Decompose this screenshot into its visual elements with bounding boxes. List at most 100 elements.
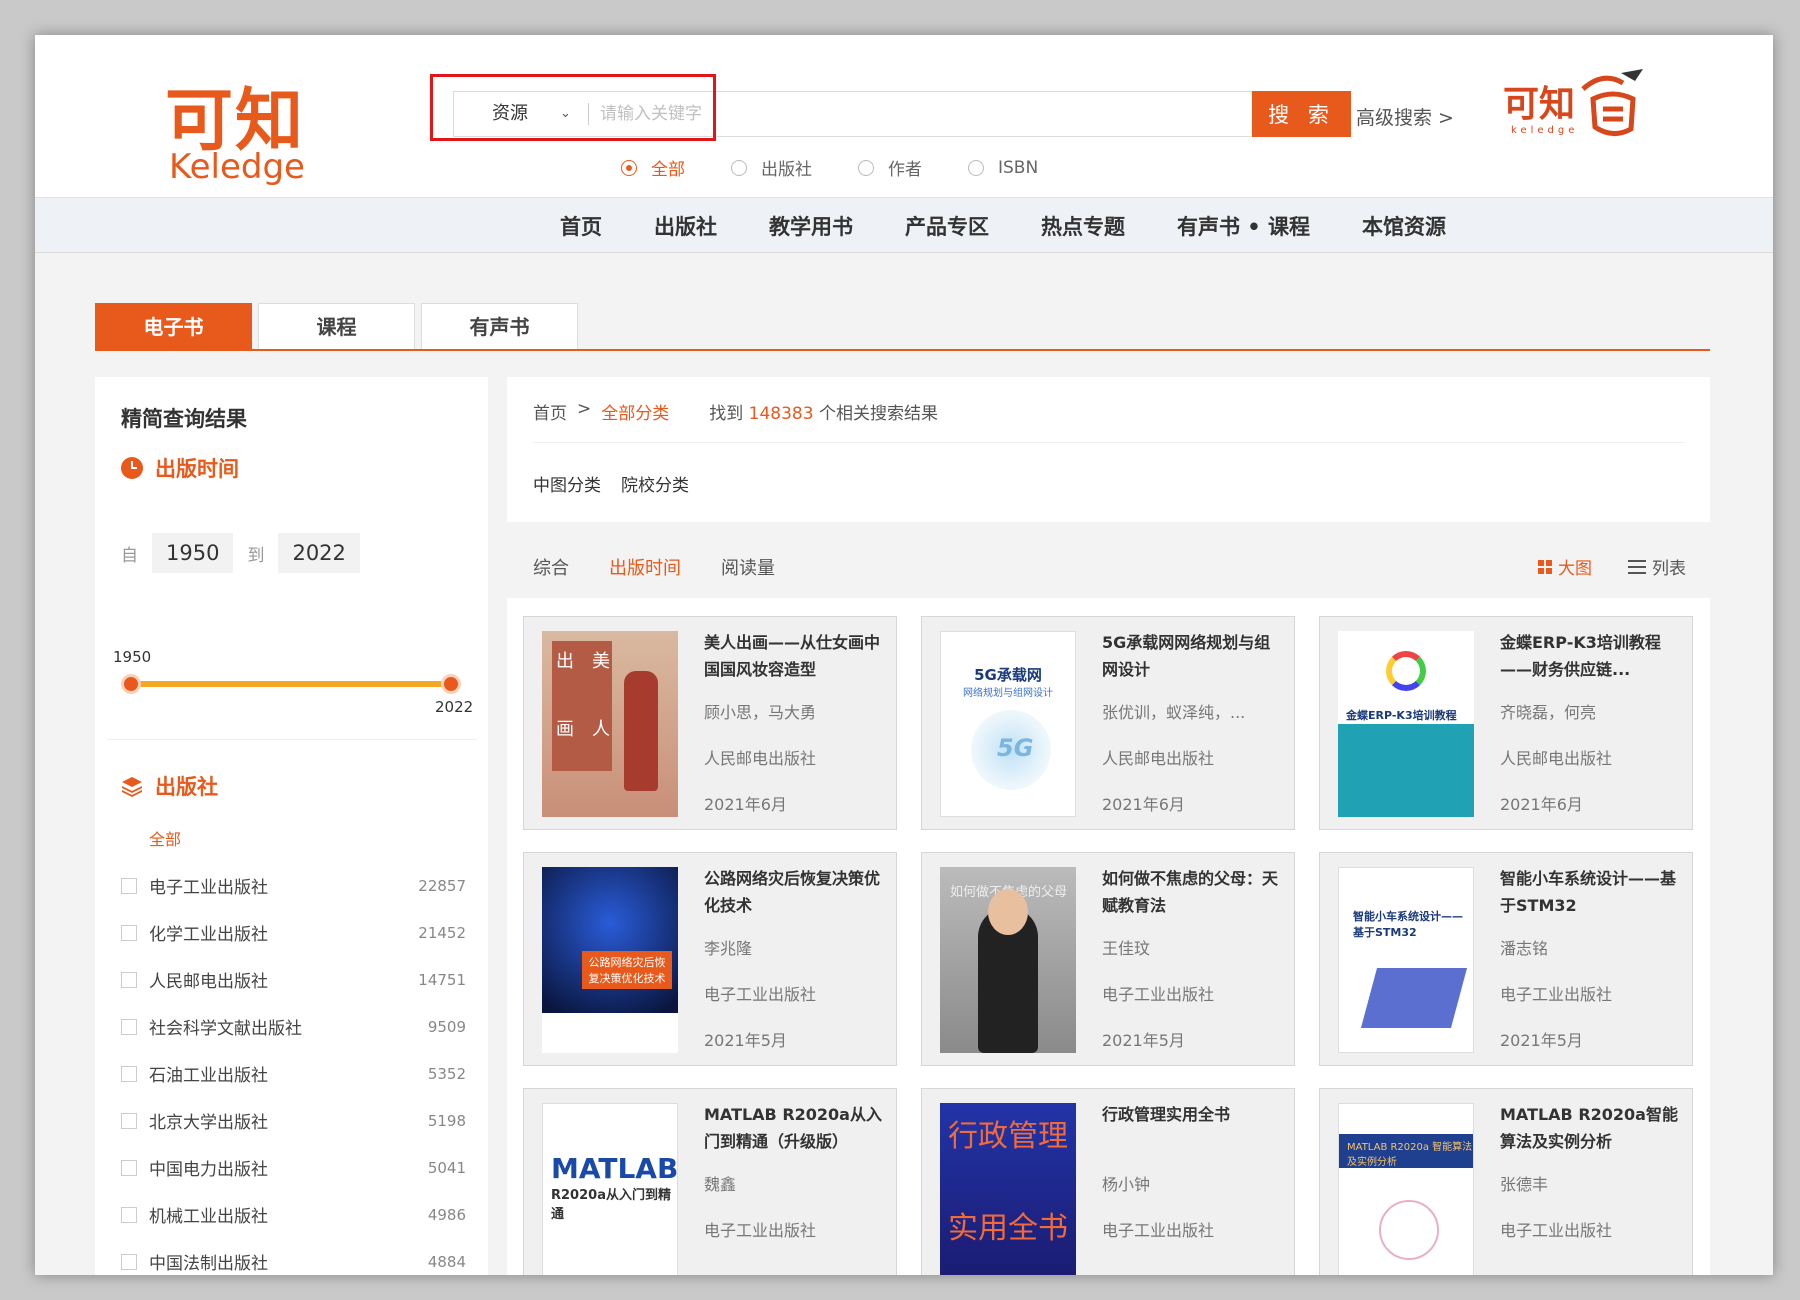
book-cover[interactable]: 公路网络灾后恢复决策优化技术 [542,867,678,1053]
annotation-highlight-box [430,74,716,141]
view-list-button[interactable]: 列表 [1628,554,1686,579]
site-header: 可知 Keledge 资源 ⌄ 搜 索 高级搜索 > 可知 keledge 全部… [35,35,1773,198]
book-publisher: 电子工业出版社 [1500,1221,1613,1240]
book-cover[interactable]: MATLAB R2020a从入门到精通 [542,1103,678,1275]
resource-type-tabs: 电子书 课程 有声书 [95,303,584,350]
checkbox[interactable] [121,1112,137,1129]
clock-icon [121,457,143,479]
book-card[interactable]: 公路网络灾后恢复决策优化技术 公路网络灾后恢复决策优化技术 李兆隆 电子工业出版… [523,852,897,1066]
book-grid: 出 美 画 人 美人出画——从仕女画中国国风妆容造型 顾小思，马大勇 人民邮电出… [523,616,1693,1275]
book-title[interactable]: 行政管理实用全书 [1102,1101,1282,1157]
nav-products[interactable]: 产品专区 [905,211,989,241]
book-card[interactable]: 金蝶ERP-K3培训教程 金蝶ERP-K3培训教程——财务供应链... 齐晓磊，… [1319,616,1693,830]
tab-ebooks[interactable]: 电子书 [95,303,252,350]
book-card[interactable]: 行政管理 实用全书 行政管理实用全书 杨小钟 电子工业出版社 [921,1088,1295,1275]
radio-selected-icon [621,159,637,176]
tab-courses[interactable]: 课程 [258,303,415,350]
publisher-item[interactable]: 化学工业出版社 21452 [121,909,466,956]
checkbox[interactable] [121,877,137,894]
book-title[interactable]: 公路网络灾后恢复决策优化技术 [704,865,884,921]
book-title[interactable]: 智能小车系统设计——基于STM32 [1500,865,1680,921]
book-author: 潘志铭 [1500,939,1549,958]
book-cover[interactable]: 5G承载网 网络规划与组网设计 5G [940,631,1076,817]
nav-hot-topics[interactable]: 热点专题 [1041,211,1125,241]
sort-publish-date[interactable]: 出版时间 [609,554,681,580]
tab-audiobooks[interactable]: 有声书 [421,303,578,350]
book-card[interactable]: 如何做不焦虑的父母 如何做不焦虑的父母：天赋教育法 王佳玟 电子工业出版社 20… [921,852,1295,1066]
tab-college-classification[interactable]: 院校分类 [621,471,689,496]
slider-min-label: 1950 [113,648,152,666]
result-count-summary: 找到 148383 个相关搜索结果 [709,404,938,424]
year-to-field[interactable]: 2022 [278,533,360,573]
publisher-item[interactable]: 石油工业出版社 5352 [121,1050,466,1097]
publisher-item[interactable]: 中国法制出版社 4884 [121,1238,466,1275]
book-title[interactable]: MATLAB R2020a智能算法及实例分析 [1500,1101,1680,1157]
checkbox[interactable] [121,924,137,941]
book-publisher: 电子工业出版社 [704,985,817,1004]
checkbox[interactable] [121,1065,137,1082]
book-title[interactable]: 如何做不焦虑的父母：天赋教育法 [1102,865,1282,921]
year-slider-min-handle[interactable] [121,674,141,694]
book-title[interactable]: 5G承载网网络规划与组网设计 [1102,629,1282,685]
tab-clc-classification[interactable]: 中图分类 [533,471,601,496]
nav-library-resources[interactable]: 本馆资源 [1362,211,1446,241]
book-card[interactable]: 智能小车系统设计——基于STM32 智能小车系统设计——基于STM32 潘志铭 … [1319,852,1693,1066]
nav-publishers[interactable]: 出版社 [654,211,717,241]
layers-icon [122,777,142,797]
classification-tabs: 中图分类 院校分类 [533,471,689,496]
book-title[interactable]: MATLAB R2020a从入门到精通（升级版） [704,1101,884,1157]
checkbox[interactable] [121,1206,137,1223]
year-from-field[interactable]: 1950 [152,533,234,573]
checkbox[interactable] [121,971,137,988]
year-slider-max-handle[interactable] [441,674,461,694]
publisher-item[interactable]: 社会科学文献出版社 9509 [121,1003,466,1050]
book-title[interactable]: 金蝶ERP-K3培训教程——财务供应链... [1500,629,1680,685]
scope-author[interactable]: 作者 [858,155,922,180]
view-grid-button[interactable]: 大图 [1538,554,1592,579]
brand-logo: 可知 keledge [1503,69,1653,149]
nav-textbooks[interactable]: 教学用书 [769,211,853,241]
book-author: 顾小思，马大勇 [704,703,817,722]
year-slider-track[interactable] [131,681,451,687]
book-card[interactable]: 5G承载网 网络规划与组网设计 5G 5G承载网网络规划与组网设计 张优训，蚁泽… [921,616,1295,830]
book-cover[interactable]: 如何做不焦虑的父母 [940,867,1076,1053]
breadcrumb-home[interactable]: 首页 [533,399,567,424]
book-cover[interactable]: 行政管理 实用全书 [940,1103,1076,1275]
scope-publisher[interactable]: 出版社 [731,155,812,180]
book-publisher: 人民邮电出版社 [1500,749,1613,768]
book-cover[interactable]: 出 美 画 人 [542,631,678,817]
publisher-item[interactable]: 电子工业出版社 22857 [121,862,466,909]
tabs-underline [95,349,1710,351]
book-cover[interactable]: 智能小车系统设计——基于STM32 [1338,867,1474,1053]
publisher-item[interactable]: 中国电力出版社 5041 [121,1144,466,1191]
book-card[interactable]: 出 美 画 人 美人出画——从仕女画中国国风妆容造型 顾小思，马大勇 人民邮电出… [523,616,897,830]
book-title[interactable]: 美人出画——从仕女画中国国风妆容造型 [704,629,884,685]
publisher-item[interactable]: 人民邮电出版社 14751 [121,956,466,1003]
advanced-search-link[interactable]: 高级搜索 > [1356,103,1454,130]
checkbox[interactable] [121,1018,137,1035]
book-cover[interactable]: 金蝶ERP-K3培训教程 [1338,631,1474,817]
checkbox[interactable] [121,1159,137,1176]
breadcrumb-current[interactable]: 全部分类 [601,399,669,424]
book-date: 2021年6月 [704,795,787,814]
publisher-item[interactable]: 机械工业出版社 4986 [121,1191,466,1238]
book-card[interactable]: MATLAB R2020a从入门到精通 MATLAB R2020a从入门到精通（… [523,1088,897,1275]
scope-all[interactable]: 全部 [621,155,685,180]
nav-audio-courses[interactable]: 有声书 • 课程 [1177,211,1310,241]
book-date: 2021年6月 [1102,795,1185,814]
publisher-all-link[interactable]: 全部 [149,826,181,850]
book-card[interactable]: MATLAB R2020a 智能算法及实例分析 MATLAB R2020a智能算… [1319,1088,1693,1275]
publisher-item[interactable]: 北京大学出版社 5198 [121,1097,466,1144]
sort-read-count[interactable]: 阅读量 [721,554,775,580]
nav-home[interactable]: 首页 [560,211,602,241]
search-button[interactable]: 搜 索 [1252,91,1351,137]
scope-isbn[interactable]: ISBN [968,155,1038,180]
book-author: 杨小钟 [1102,1175,1151,1194]
book-cover[interactable]: MATLAB R2020a 智能算法及实例分析 [1338,1103,1474,1275]
book-publisher: 电子工业出版社 [1500,985,1613,1004]
book-publisher: 电子工业出版社 [1102,1221,1215,1240]
book-author: 张德丰 [1500,1175,1549,1194]
checkbox[interactable] [121,1253,137,1270]
sort-comprehensive[interactable]: 综合 [533,554,569,580]
radio-icon [858,159,874,176]
